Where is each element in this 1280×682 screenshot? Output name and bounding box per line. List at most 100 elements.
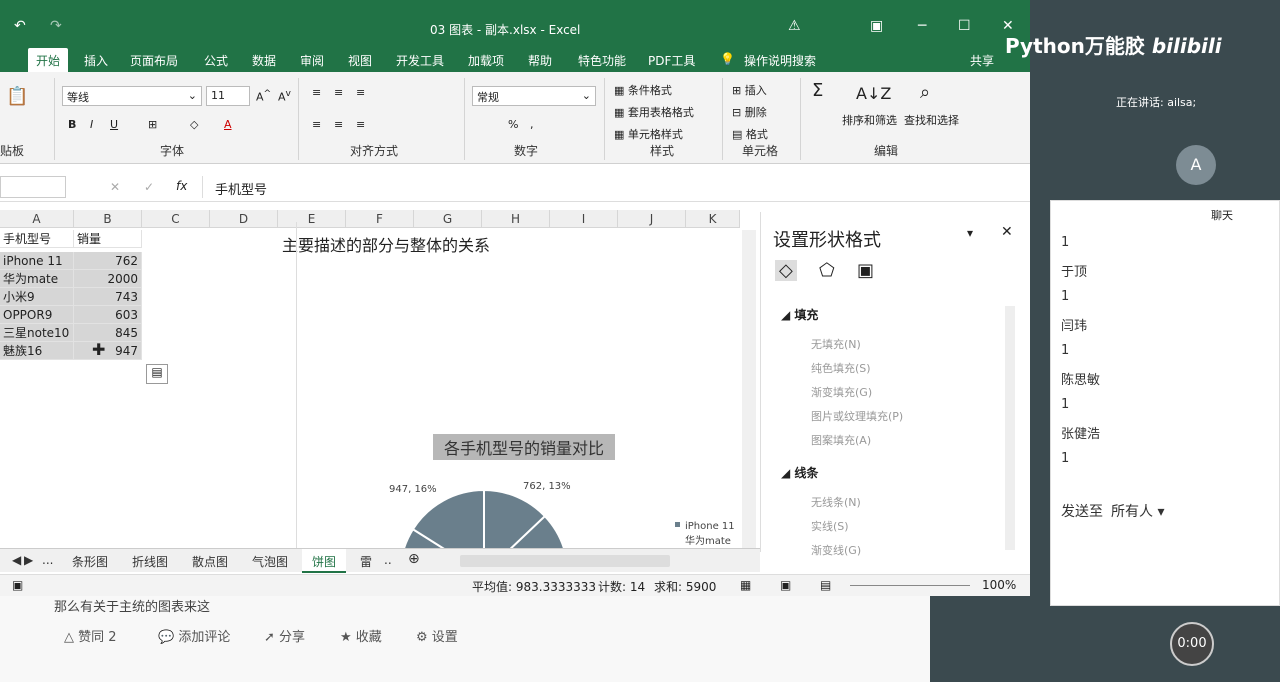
settings-button[interactable]: ⚙ 设置 xyxy=(416,626,458,645)
favorite-button[interactable]: ★ 收藏 xyxy=(340,626,382,645)
maximize-button[interactable]: ☐ xyxy=(958,18,971,34)
cell-style-button[interactable]: ▦ 单元格样式 xyxy=(614,126,683,142)
page-layout-view-icon[interactable]: ▣ xyxy=(780,578,791,592)
sheet-tab-bar[interactable]: 条形图 xyxy=(72,553,108,570)
sheet-tab-more[interactable]: .. xyxy=(384,553,392,567)
bold-button[interactable]: B xyxy=(68,118,76,131)
line-section-header[interactable]: ◢ 线条 xyxy=(781,464,818,481)
insert-cells-button[interactable]: ⊞ 插入 xyxy=(732,82,767,98)
zoom-slider[interactable] xyxy=(850,585,970,586)
fill-line-icon[interactable]: ◇ xyxy=(775,260,797,281)
function-icon[interactable]: fx xyxy=(176,179,187,193)
gradient-fill-option[interactable]: 渐变填充(G) xyxy=(811,384,872,400)
sheet-tab-pie[interactable]: 饼图 xyxy=(302,549,347,573)
normal-view-icon[interactable]: ▦ xyxy=(740,578,751,592)
table-cell[interactable]: iPhone 11 xyxy=(0,252,74,270)
minimize-button[interactable]: ─ xyxy=(918,18,926,34)
formula-input[interactable]: 手机型号 xyxy=(202,176,1022,198)
horizontal-scrollbar[interactable] xyxy=(460,555,670,567)
shrink-font-icon[interactable]: Av xyxy=(278,88,291,104)
pane-scrollbar[interactable] xyxy=(1005,306,1015,550)
autosum-icon[interactable]: Σ xyxy=(812,80,823,101)
table-cell[interactable]: 魅族16 xyxy=(0,342,74,360)
no-line-option[interactable]: 无线条(N) xyxy=(811,494,861,510)
table-cell[interactable]: 845 xyxy=(74,324,142,342)
sort-filter-icon[interactable]: A↓Z xyxy=(856,84,891,103)
table-cell[interactable]: 603 xyxy=(74,306,142,324)
column-header[interactable]: C xyxy=(142,210,210,228)
tab-view[interactable]: 视图 xyxy=(348,52,372,69)
ribbon-display-icon[interactable]: ▣ xyxy=(870,18,883,34)
tab-formulas[interactable]: 公式 xyxy=(204,52,228,69)
border-icon[interactable]: ⊞ xyxy=(148,118,157,131)
vertical-scrollbar[interactable] xyxy=(742,230,756,548)
name-box[interactable] xyxy=(0,176,66,198)
like-button[interactable]: △ 赞同 2 xyxy=(64,626,117,645)
tab-insert[interactable]: 插入 xyxy=(84,52,108,69)
macro-record-icon[interactable]: ▣ xyxy=(12,578,23,592)
table-header-cell[interactable]: 销量 xyxy=(74,230,142,248)
table-cell[interactable]: 2000 xyxy=(74,270,142,288)
tab-features[interactable]: 特色功能 xyxy=(578,52,626,69)
solid-fill-option[interactable]: 纯色填充(S) xyxy=(811,360,871,376)
sheet-tab-line[interactable]: 折线图 xyxy=(132,553,168,570)
picture-fill-option[interactable]: 图片或纹理填充(P) xyxy=(811,408,903,424)
find-select-button[interactable]: 查找和选择 xyxy=(904,112,959,128)
tell-me-search[interactable]: 操作说明搜索 xyxy=(744,52,816,69)
no-fill-option[interactable]: 无填充(N) xyxy=(811,336,861,352)
tab-data[interactable]: 数据 xyxy=(252,52,276,69)
number-format-select[interactable]: 常规 ⌄ xyxy=(472,86,596,106)
table-cell[interactable]: OPPOR9 xyxy=(0,306,74,324)
tab-home[interactable]: 开始 xyxy=(28,48,69,72)
grow-font-icon[interactable]: A^ xyxy=(256,88,271,104)
tab-help[interactable]: 帮助 xyxy=(528,52,552,69)
tab-review[interactable]: 审阅 xyxy=(300,52,324,69)
zoom-level[interactable]: 100% xyxy=(982,578,1016,592)
align-top-icon[interactable]: ≡ xyxy=(312,86,321,99)
size-properties-icon[interactable]: ▣ xyxy=(857,260,874,281)
search-icon[interactable]: ⌕ xyxy=(920,82,930,103)
page-break-view-icon[interactable]: ▤ xyxy=(820,578,831,592)
table-cell[interactable]: 小米9 xyxy=(0,288,74,306)
audience-select[interactable]: 所有人 ▾ xyxy=(1111,501,1164,521)
quick-analysis-icon[interactable]: ▤ xyxy=(146,364,168,384)
column-header[interactable]: D xyxy=(210,210,278,228)
column-header[interactable]: A xyxy=(0,210,74,228)
gradient-line-option[interactable]: 渐变线(G) xyxy=(811,542,861,558)
table-cell[interactable]: 947 xyxy=(74,342,142,360)
table-cell[interactable]: 762 xyxy=(74,252,142,270)
column-header[interactable]: B xyxy=(74,210,142,228)
table-cell[interactable]: 三星note10 xyxy=(0,324,74,342)
percent-icon[interactable]: % xyxy=(508,118,518,131)
warning-icon[interactable]: ⚠ xyxy=(788,18,801,34)
pattern-fill-option[interactable]: 图案填充(A) xyxy=(811,432,871,448)
sort-filter-button[interactable]: 排序和筛选 xyxy=(842,112,897,128)
comma-icon[interactable]: , xyxy=(530,118,534,131)
tab-addins[interactable]: 加载项 xyxy=(468,52,504,69)
delete-cells-button[interactable]: ⊟ 删除 xyxy=(732,104,767,120)
tab-pdf[interactable]: PDF工具 xyxy=(648,52,695,69)
enter-icon[interactable]: ✓ xyxy=(144,180,154,194)
avatar[interactable]: A xyxy=(1176,145,1216,185)
align-center-icon[interactable]: ≡ xyxy=(334,118,343,131)
align-left-icon[interactable]: ≡ xyxy=(312,118,321,131)
tabs-left-arrow-icon[interactable]: ◀ xyxy=(12,553,21,567)
table-format-button[interactable]: ▦ 套用表格格式 xyxy=(614,104,694,120)
table-cell[interactable]: 743 xyxy=(74,288,142,306)
pane-options-icon[interactable]: ▾ xyxy=(967,226,973,240)
format-cells-button[interactable]: ▤ 格式 xyxy=(732,126,768,142)
sheet-tab-bubble[interactable]: 气泡图 xyxy=(252,553,288,570)
underline-button[interactable]: U xyxy=(110,118,118,131)
font-size-select[interactable]: 11 xyxy=(206,86,250,106)
conditional-format-button[interactable]: ▦ 条件格式 xyxy=(614,82,672,98)
fill-color-icon[interactable]: ◇ xyxy=(190,118,198,131)
font-color-icon[interactable]: A xyxy=(224,118,232,131)
tab-developer[interactable]: 开发工具 xyxy=(396,52,444,69)
effects-icon[interactable]: ⬠ xyxy=(819,260,835,281)
align-bottom-icon[interactable]: ≡ xyxy=(356,86,365,99)
share-button[interactable]: 共享 xyxy=(970,52,994,69)
tab-page-layout[interactable]: 页面布局 xyxy=(130,52,178,69)
sheet-tab-scatter[interactable]: 散点图 xyxy=(192,553,228,570)
sheet-tab-radar[interactable]: 雷 xyxy=(360,553,372,570)
sheet-tab-more[interactable]: ... xyxy=(42,553,53,567)
